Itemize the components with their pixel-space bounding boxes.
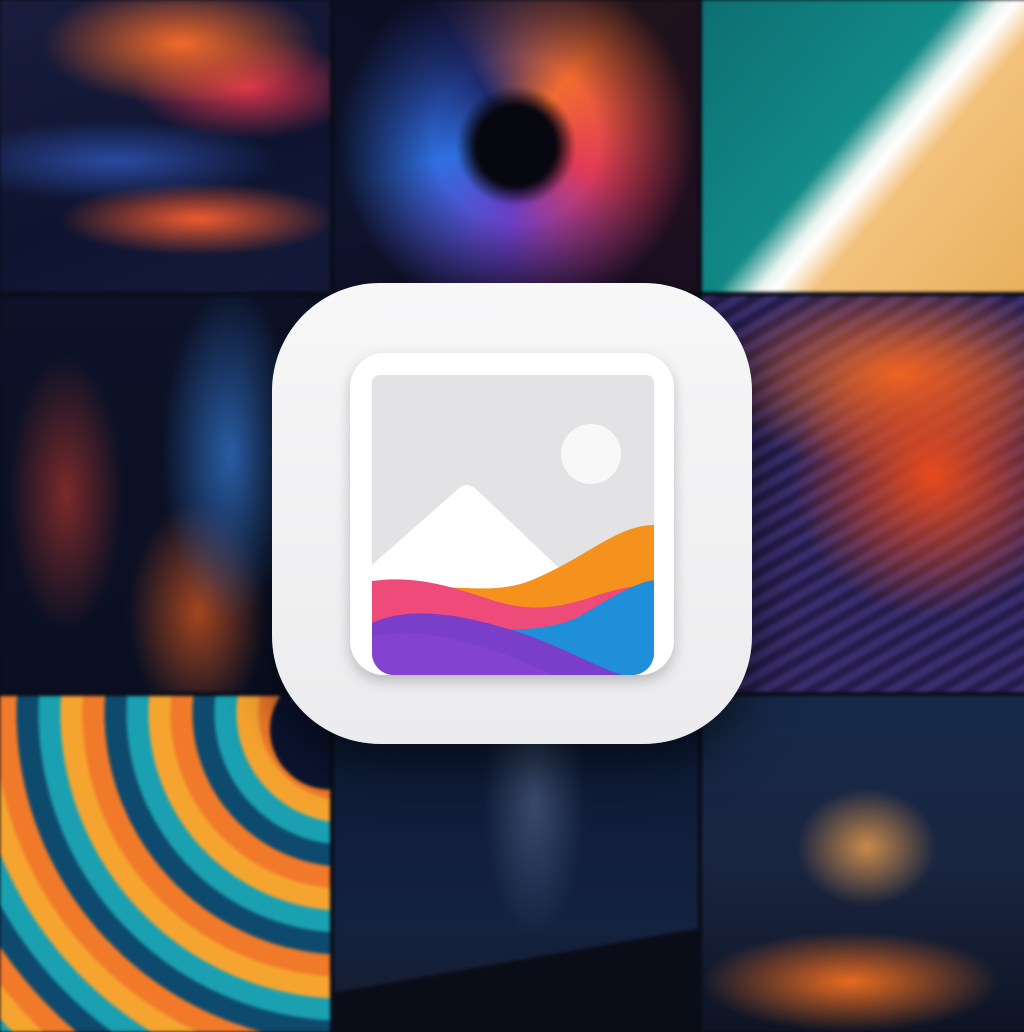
wallpaper-tile-fluid-red xyxy=(0,0,330,292)
sun-icon xyxy=(561,424,621,484)
photos-icon xyxy=(372,375,654,675)
wallpaper-tile-mountains xyxy=(702,696,1024,1032)
wallpaper-tile-beach xyxy=(702,0,1024,292)
wallpaper-tile-vortex xyxy=(334,0,698,292)
wallpaper-tile-night-sky xyxy=(334,696,698,1032)
photos-app-icon[interactable] xyxy=(272,283,752,744)
wallpaper-tile-rainbow-swirl xyxy=(0,696,330,1032)
